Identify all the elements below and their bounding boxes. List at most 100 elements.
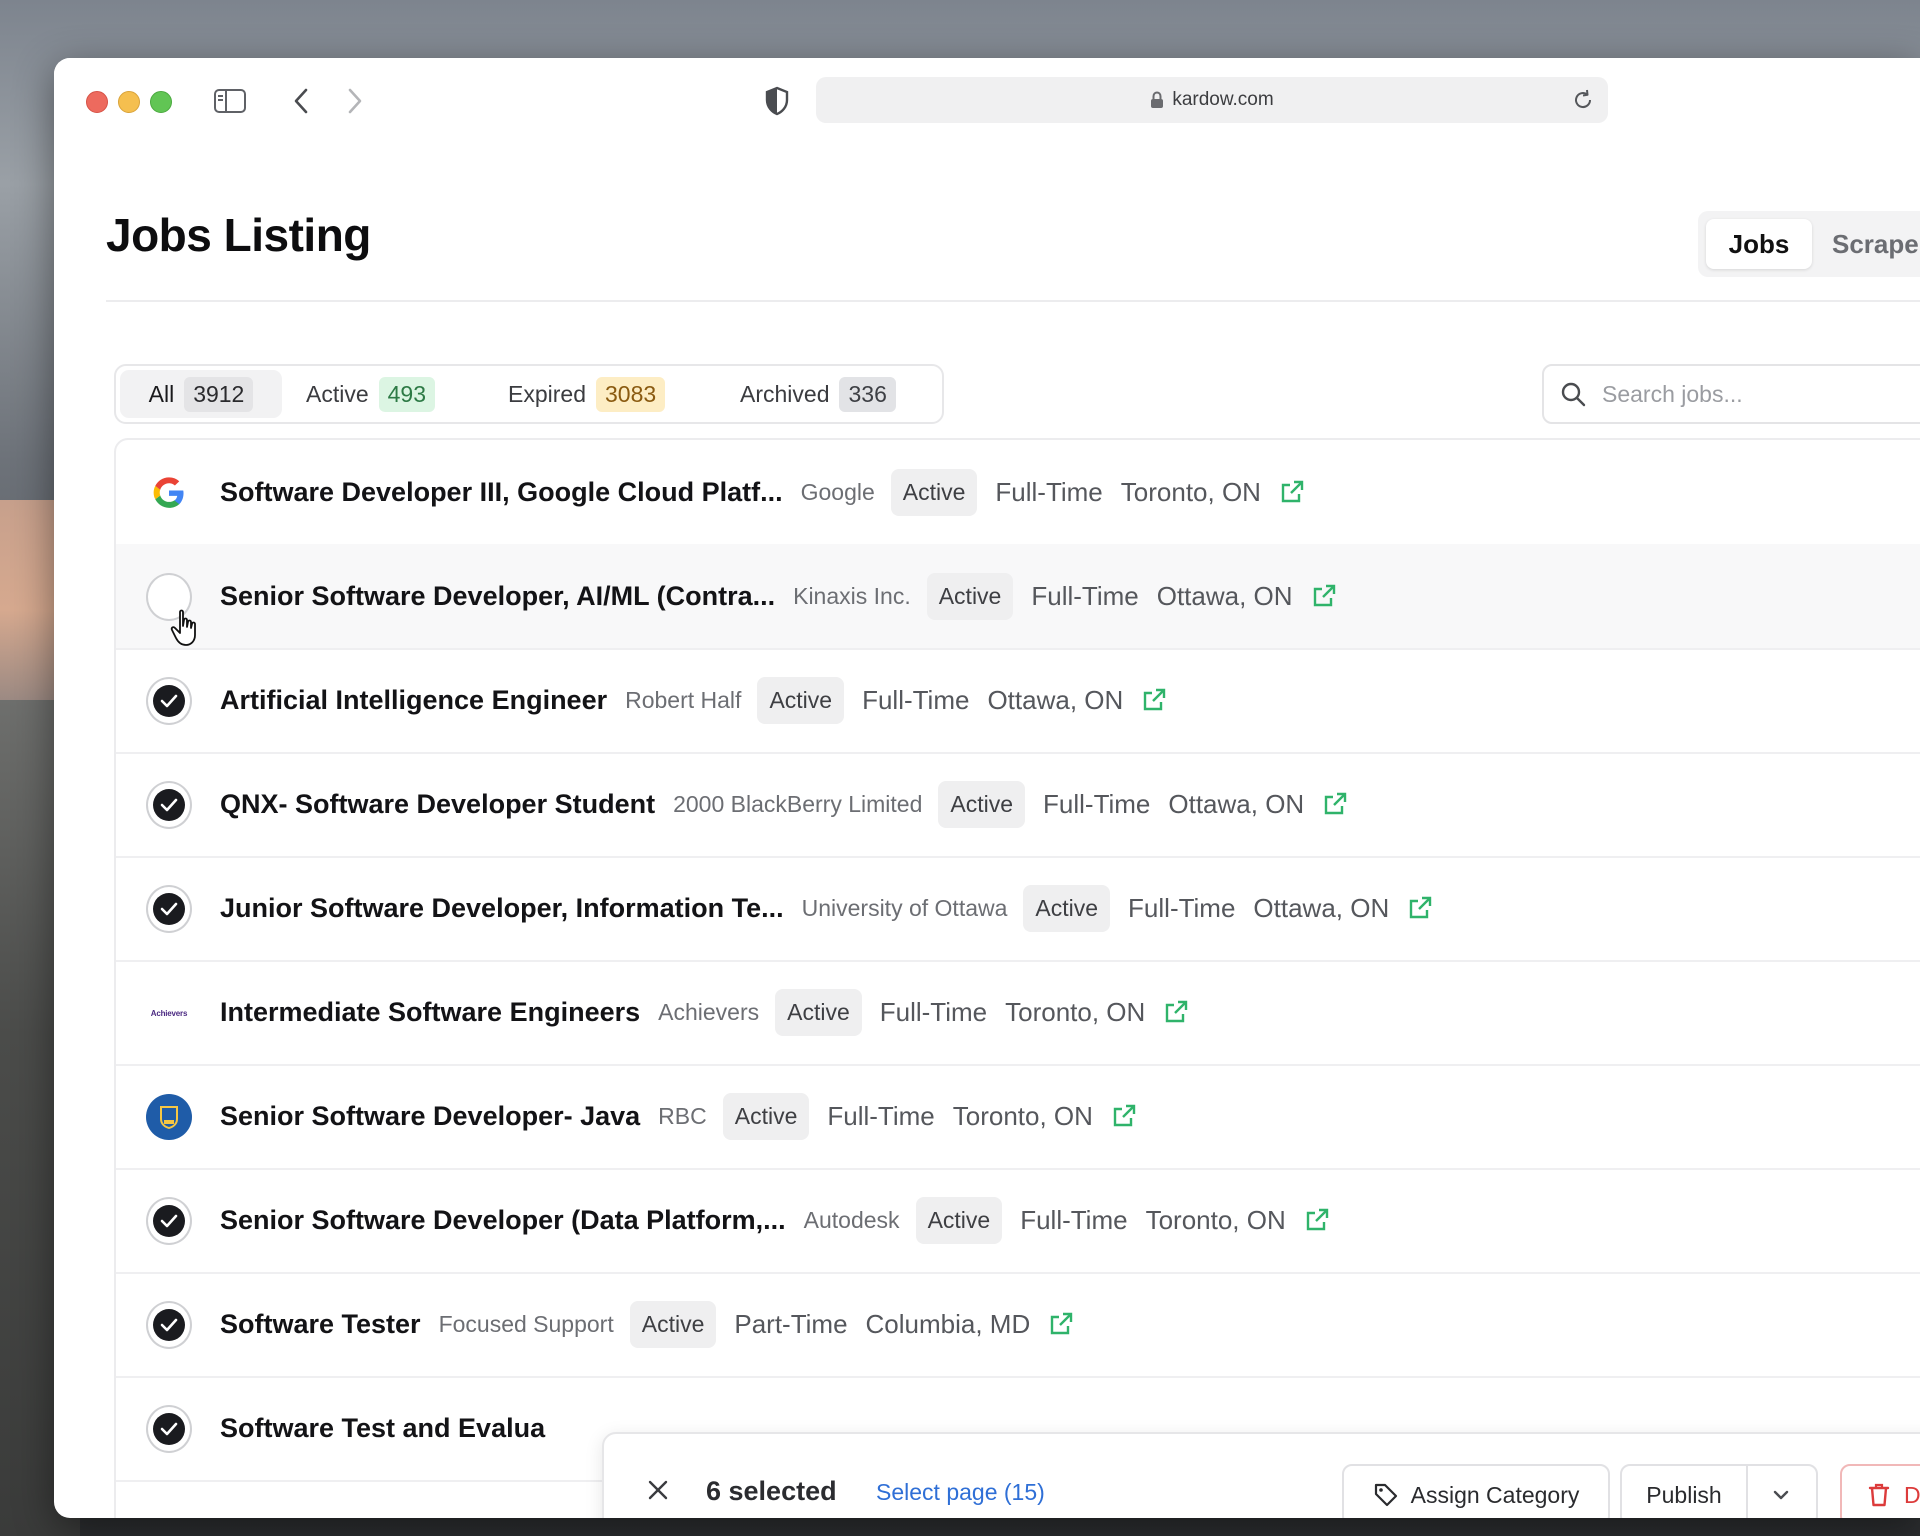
company-name: University of Ottawa — [801, 894, 1008, 921]
checkbox-checked[interactable] — [146, 1405, 192, 1453]
job-title[interactable]: Software Developer III, Google Cloud Pla… — [220, 477, 783, 508]
job-title[interactable]: Artificial Intelligence Engineer — [220, 685, 607, 716]
publish-split-button: Publish — [1620, 1464, 1818, 1518]
rbc-logo-icon — [146, 1094, 192, 1140]
status-badge: Active — [915, 1196, 1003, 1244]
job-row[interactable]: Senior Software Developer- Java RBC Acti… — [116, 1064, 1920, 1170]
job-title[interactable]: Senior Software Developer- Java — [220, 1101, 640, 1132]
search-input[interactable] — [1600, 379, 1904, 409]
job-title[interactable]: Senior Software Developer (Data Platform… — [220, 1205, 786, 1236]
external-link-icon[interactable] — [1111, 1103, 1137, 1129]
reload-icon[interactable] — [1572, 89, 1594, 111]
status-badge: Active — [926, 572, 1014, 620]
external-link-icon[interactable] — [1141, 687, 1167, 713]
job-title[interactable]: Senior Software Developer, AI/ML (Contra… — [220, 581, 775, 612]
job-title[interactable]: Software Test and Evalua — [220, 1413, 545, 1444]
job-row-content: Senior Software Developer (Data Platform… — [220, 1168, 1330, 1272]
job-row-content: Software Developer III, Google Cloud Pla… — [220, 440, 1305, 544]
privacy-shield-icon[interactable] — [760, 84, 794, 118]
clear-selection-close-icon[interactable] — [646, 1478, 670, 1502]
tag-icon — [1373, 1482, 1399, 1508]
view-switcher: Jobs Scrape — [1698, 211, 1920, 277]
job-row-content: Senior Software Developer- Java RBC Acti… — [220, 1064, 1137, 1168]
address-bar[interactable]: kardow.com — [816, 77, 1608, 123]
browser-toolbar: kardow.com — [54, 58, 1920, 144]
job-type: Full-Time — [862, 684, 970, 715]
tab-jobs[interactable]: Jobs — [1706, 219, 1812, 269]
forward-arrow-icon[interactable] — [340, 84, 370, 118]
checkbox-checked[interactable] — [146, 1301, 192, 1349]
job-row[interactable]: Senior Software Developer, AI/ML (Contra… — [116, 544, 1920, 650]
job-row-content: Artificial Intelligence Engineer Robert … — [220, 648, 1167, 752]
filter-tab-archived[interactable]: Archived 336 — [740, 370, 896, 418]
close-window-button[interactable] — [86, 91, 108, 113]
job-row-content: Senior Software Developer, AI/ML (Contra… — [220, 544, 1337, 648]
minimize-window-button[interactable] — [118, 91, 140, 113]
job-row[interactable]: Senior Software Developer (Data Platform… — [116, 1168, 1920, 1274]
count-badge: 493 — [378, 376, 436, 412]
job-row[interactable]: QNX- Software Developer Student 2000 Bla… — [116, 752, 1920, 858]
job-type: Full-Time — [995, 476, 1103, 507]
browser-window: kardow.com Jobs Listing Jobs Scrape All … — [54, 58, 1920, 1518]
job-title[interactable]: Intermediate Software Engineers — [220, 997, 640, 1028]
job-row-content: Software Tester Focused Support Active P… — [220, 1272, 1074, 1376]
external-link-icon[interactable] — [1304, 1207, 1330, 1233]
job-row-content: Junior Software Developer, Information T… — [220, 856, 1433, 960]
external-link-icon[interactable] — [1279, 479, 1305, 505]
external-link-icon[interactable] — [1048, 1311, 1074, 1337]
job-row[interactable]: Achievers Intermediate Software Engineer… — [116, 960, 1920, 1066]
checkbox-checked[interactable] — [146, 885, 192, 933]
bulk-action-bar: 6 selected Select page (15) Assign Categ… — [602, 1432, 1920, 1518]
company-name: 2000 BlackBerry Limited — [673, 790, 923, 817]
sidebar-toggle-icon[interactable] — [212, 84, 248, 118]
assign-category-label: Assign Category — [1410, 1481, 1580, 1508]
external-link-icon[interactable] — [1163, 999, 1189, 1025]
external-link-icon[interactable] — [1322, 791, 1348, 817]
job-location: Toronto, ON — [1145, 1204, 1286, 1235]
delete-button[interactable]: Delete — [1840, 1464, 1920, 1518]
publish-button[interactable]: Publish — [1622, 1466, 1748, 1518]
checkbox-checked[interactable] — [146, 781, 192, 829]
tab-scrape[interactable]: Scrape — [1832, 219, 1919, 269]
row-checkbox[interactable] — [146, 677, 192, 725]
company-name: Achievers — [658, 998, 760, 1025]
status-badge: Active — [722, 1092, 810, 1140]
status-badge: Active — [757, 676, 845, 724]
trash-icon — [1868, 1482, 1890, 1508]
checkbox-checked[interactable] — [146, 677, 192, 725]
chevron-down-icon[interactable] — [1748, 1489, 1814, 1501]
filter-tab-active[interactable]: Active 493 — [306, 370, 436, 418]
job-row[interactable]: Software Tester Focused Support Active P… — [116, 1272, 1920, 1378]
row-checkbox[interactable] — [146, 1197, 192, 1245]
delete-label: Delete — [1904, 1481, 1920, 1508]
select-page-link[interactable]: Select page (15) — [876, 1479, 1045, 1506]
job-location: Columbia, MD — [865, 1308, 1031, 1339]
filter-tab-all[interactable]: All 3912 — [120, 370, 282, 418]
job-title[interactable]: Software Tester — [220, 1309, 421, 1340]
checkbox-checked[interactable] — [146, 1197, 192, 1245]
achievers-logo-text: Achievers — [150, 1008, 188, 1018]
job-row[interactable]: Software Developer III, Google Cloud Pla… — [116, 440, 1920, 546]
external-link-icon[interactable] — [1407, 895, 1433, 921]
lock-icon — [1150, 91, 1164, 109]
job-row[interactable]: Junior Software Developer, Information T… — [116, 856, 1920, 962]
company-name: Google — [800, 478, 875, 505]
job-title[interactable]: QNX- Software Developer Student — [220, 789, 655, 820]
rbc-logo — [146, 1094, 192, 1140]
row-checkbox[interactable] — [146, 1405, 192, 1453]
zoom-window-button[interactable] — [150, 91, 172, 113]
job-row[interactable]: Artificial Intelligence Engineer Robert … — [116, 648, 1920, 754]
back-arrow-icon[interactable] — [286, 84, 316, 118]
row-checkbox[interactable] — [146, 781, 192, 829]
external-link-icon[interactable] — [1311, 583, 1337, 609]
job-title[interactable]: Junior Software Developer, Information T… — [220, 893, 784, 924]
row-checkbox[interactable] — [146, 885, 192, 933]
row-checkbox[interactable] — [146, 1301, 192, 1349]
search-box — [1542, 364, 1920, 424]
achievers-logo: Achievers — [146, 990, 192, 1036]
job-location: Toronto, ON — [1005, 996, 1146, 1027]
assign-category-button[interactable]: Assign Category — [1342, 1464, 1610, 1518]
filter-tab-expired[interactable]: Expired 3083 — [508, 370, 666, 418]
status-filter-tabs: All 3912 Active 493 Expired 3083 Archive… — [114, 364, 944, 424]
company-name: RBC — [658, 1102, 707, 1129]
